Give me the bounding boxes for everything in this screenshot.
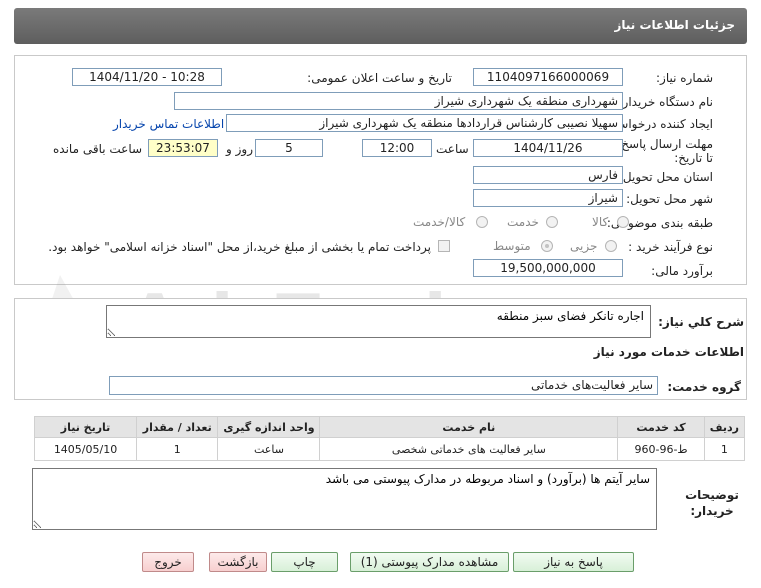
services-table-header: ردیف کد خدمت نام خدمت واحد اندازه گیری ت… [33,416,746,438]
estimate-field: 19,500,000,000 [473,259,623,277]
buyer-label: نام دستگاه خریدار: [618,95,714,109]
category-goods-service-radio[interactable] [476,216,488,228]
page-title: جزئیات اطلاعات نیاز [614,18,735,32]
days-label: روز و [226,142,253,156]
days-field: 5 [255,139,323,157]
need-number-field: 1104097166000069 [473,68,623,86]
services-title: اطلاعات خدمات مورد نياز [593,345,744,359]
province-label: استان محل تحویل: [618,170,713,184]
process-minor-label: جزیی [570,239,598,253]
reply-button[interactable]: پاسخ به نیاز [513,552,634,572]
category-service-label: خدمت [507,215,539,229]
attachments-button[interactable]: مشاهده مدارک پیوستی (1) [350,552,509,572]
category-goods-label: کالا [592,215,609,229]
col-service-name: نام خدمت [319,416,619,438]
process-label: نوع فرآیند خرید : [628,240,713,254]
deadline-label: مهلت ارسال پاسخ: تا تاریخ: [617,137,713,165]
treasury-payment-checkbox[interactable] [438,240,450,252]
service-group-field: سایر فعالیت‌های خدماتی [109,376,658,395]
cell-row: 1 [703,437,746,461]
remaining-label: ساعت باقی مانده [53,142,143,156]
deadline-time-field: 12:00 [362,139,432,157]
col-quantity: تعداد / مقدار [136,416,219,438]
category-goods-service-label: کالا/خدمت [413,215,466,229]
description-label: شرح کلي نياز: [658,315,744,329]
announce-field: 1404/11/20 - 10:28 [72,68,222,86]
details-header: جزئیات اطلاعات نیاز [14,8,747,44]
buyer-notes-label: توضيحات خريدار: [685,488,739,518]
city-field: شیراز [473,189,623,207]
process-medium-radio[interactable] [541,240,553,252]
deadline-time-label: ساعت [436,142,469,156]
province-field: فارس [473,166,623,184]
process-medium-label: متوسط [493,239,531,253]
category-service-radio[interactable] [546,216,558,228]
category-goods-radio[interactable] [617,216,629,228]
back-button[interactable]: بازگشت [209,552,267,572]
cell-service-name: سایر فعالیت های خدماتی شخصی [319,437,619,461]
services-table: ردیف کد خدمت نام خدمت واحد اندازه گیری ت… [33,416,746,461]
need-number-label: شماره نیاز: [656,71,713,85]
cell-unit: ساعت [217,437,321,461]
buyer-notes-textarea[interactable]: سایر آیتم ها (برآورد) و اسناد مربوطه در … [32,468,657,530]
col-unit: واحد اندازه گیری [217,416,321,438]
estimate-label: برآورد مالی: [651,264,713,278]
payment-note: پرداخت تمام یا بخشی از مبلغ خرید،از محل … [48,240,431,254]
process-minor-radio[interactable] [605,240,617,252]
cell-service-code: ط-96-960 [617,437,705,461]
cell-quantity: 1 [136,437,219,461]
col-need-date: تاریخ نیاز [33,416,138,438]
remaining-time-field: 23:53:07 [148,139,218,157]
col-service-code: کد خدمت [617,416,705,438]
city-label: شهر محل تحویل: [626,192,713,206]
deadline-date-field: 1404/11/26 [473,139,623,157]
service-group-label: گروه خدمت: [667,380,741,394]
exit-button[interactable]: خروج [142,552,194,572]
creator-field: سهیلا نصیبی کارشناس قراردادها منطقه یک ش… [226,114,623,132]
announce-label: تاریخ و ساعت اعلان عمومی: [307,71,452,85]
table-row: 1 ط-96-960 سایر فعالیت های خدماتی شخصی س… [33,437,746,461]
col-row: ردیف [703,416,746,438]
cell-need-date: 1405/05/10 [33,437,138,461]
description-textarea[interactable]: اجاره تانکر فضای سبز منطقه [106,305,651,338]
print-button[interactable]: چاپ [271,552,338,572]
buyer-field: شهرداری منطقه یک شهرداری شیراز [174,92,623,110]
contact-buyer-link[interactable]: اطلاعات تماس خریدار [113,117,224,131]
